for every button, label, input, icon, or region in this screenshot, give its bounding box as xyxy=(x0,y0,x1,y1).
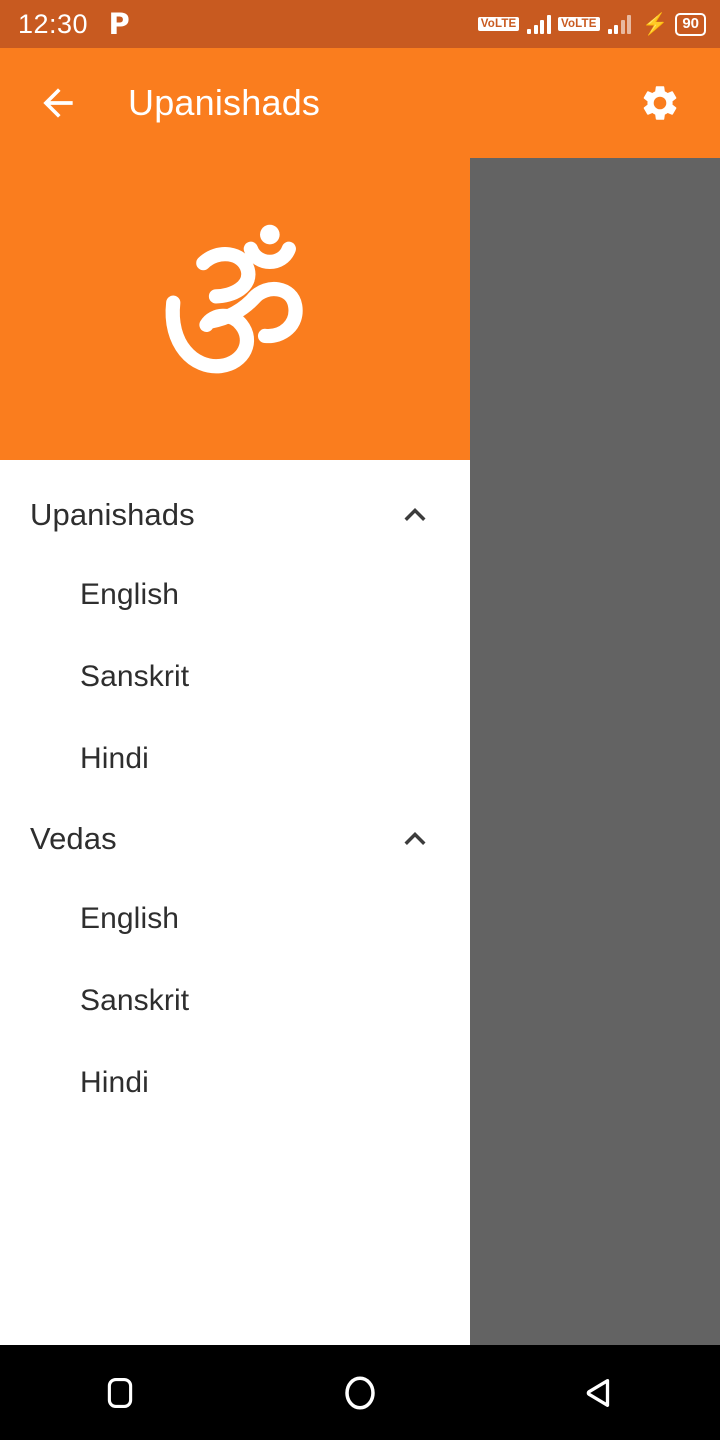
recents-button[interactable] xyxy=(65,1345,175,1440)
drawer-group-label: Vedas xyxy=(30,821,117,856)
drawer-group-vedas[interactable]: Vedas xyxy=(0,800,470,878)
settings-button[interactable] xyxy=(632,75,688,131)
drawer-item-vedas-hindi[interactable]: Hindi xyxy=(0,1042,470,1124)
back-button[interactable] xyxy=(30,75,86,131)
status-clock: 12:30 xyxy=(18,8,89,39)
drawer-item-upanishads-hindi[interactable]: Hindi xyxy=(0,718,470,800)
p-app-icon: P xyxy=(108,6,130,41)
square-recents-icon xyxy=(107,1377,133,1408)
drawer-item-label: Sanskrit xyxy=(80,984,190,1017)
volte-sim1-icon: VoLTE xyxy=(477,16,520,32)
drawer-item-label: Sanskrit xyxy=(80,660,190,693)
status-bar: 12:30 P VoLTE VoLTE ⚡ 90 xyxy=(0,0,720,48)
drawer-item-upanishads-english[interactable]: English xyxy=(0,554,470,636)
drawer-item-vedas-sanskrit[interactable]: Sanskrit xyxy=(0,960,470,1042)
phone-screen: 12:30 P VoLTE VoLTE ⚡ 90 Upanishads Upan… xyxy=(0,0,720,1440)
android-navigation-bar xyxy=(0,1345,720,1440)
signal-strength-sim2-icon xyxy=(607,14,632,34)
app-bar: Upanishads xyxy=(0,48,720,158)
gear-icon xyxy=(643,86,677,120)
drawer-header xyxy=(0,158,470,460)
chevron-up-icon xyxy=(394,818,436,860)
volte-sim2-icon: VoLTE xyxy=(557,16,600,32)
home-button[interactable] xyxy=(305,1345,415,1440)
drawer-item-vedas-english[interactable]: English xyxy=(0,878,470,960)
triangle-back-icon xyxy=(586,1378,610,1407)
chevron-up-icon xyxy=(394,494,436,536)
om-bindu-dot xyxy=(260,224,280,245)
drawer-item-label: Hindi xyxy=(80,1066,149,1099)
status-bar-left: 12:30 P xyxy=(18,9,132,40)
drawer-item-label: Hindi xyxy=(80,742,149,775)
drawer-item-upanishads-sanskrit[interactable]: Sanskrit xyxy=(0,636,470,718)
circle-home-icon xyxy=(345,1376,375,1409)
drawer-item-label: English xyxy=(80,578,180,611)
charging-bolt-icon: ⚡ xyxy=(642,12,669,36)
drawer-group-upanishads[interactable]: Upanishads xyxy=(0,476,470,554)
battery-indicator: 90 xyxy=(675,12,706,36)
drawer-group-label: Upanishads xyxy=(30,497,195,532)
om-symbol-icon xyxy=(165,224,303,374)
back-nav-button[interactable] xyxy=(545,1345,655,1440)
drawer-item-label: English xyxy=(80,902,180,935)
navigation-drawer: Upanishads English Sanskrit Hindi Vedas xyxy=(0,158,470,1345)
drawer-menu-list: Upanishads English Sanskrit Hindi Vedas xyxy=(0,460,470,1124)
signal-strength-sim1-icon xyxy=(527,14,551,34)
status-bar-right: VoLTE VoLTE ⚡ 90 xyxy=(477,12,706,36)
back-arrow-icon xyxy=(43,88,73,118)
page-title: Upanishads xyxy=(128,82,321,123)
